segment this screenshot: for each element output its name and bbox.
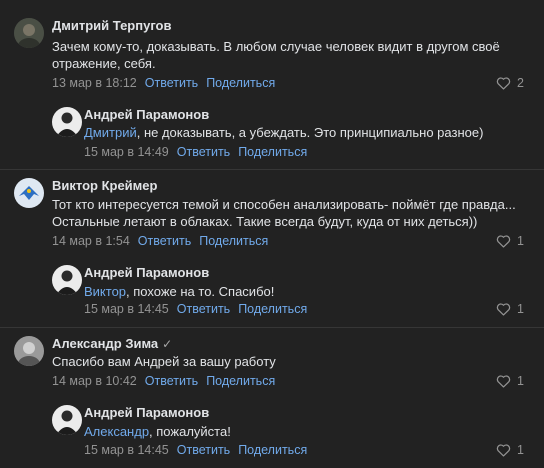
comment-time[interactable]: 13 мар в 18:12 [52,76,137,90]
heart-icon [496,303,511,316]
avatar[interactable] [14,18,44,48]
comment-text: отражение, себя. [52,56,156,71]
comments-thread: Дмитрий Терпугов Зачем кому-то, доказыва… [0,0,544,468]
reply-button[interactable]: Ответить [138,234,191,248]
avatar[interactable] [14,336,44,366]
comment-text-body: , похоже на то. Спасибо! [126,284,275,299]
comment-text: Зачем кому-то, доказывать. В любом случа… [52,39,500,54]
avatar[interactable] [52,405,82,435]
share-button[interactable]: Поделиться [238,443,307,457]
avatar[interactable] [52,265,82,295]
comment-author[interactable]: Дмитрий Терпугов [52,18,172,34]
mention-link[interactable]: Виктор [84,284,126,299]
verified-icon: ✓ [162,337,173,351]
comment-meta: 15 мар в 14:45 Ответить Поделиться [84,442,307,458]
comment-meta: 14 мар в 10:42 Ответить Поделиться [52,373,275,389]
comment-meta: 14 мар в 1:54 Ответить Поделиться [52,233,268,249]
comment-author[interactable]: Андрей Парамонов [84,265,209,281]
comment-text: Дмитрий, не доказывать, а убеждать. Это … [84,124,483,141]
mention-link[interactable]: Александр [84,424,149,439]
comment-text: Спасибо вам Андрей за вашу работу [52,354,276,369]
comment-time[interactable]: 15 мар в 14:45 [84,443,169,457]
divider [0,169,544,170]
comment-time[interactable]: 14 мар в 1:54 [52,234,130,248]
comment-text: Виктор, похоже на то. Спасибо! [84,283,274,300]
comment-time[interactable]: 15 мар в 14:45 [84,302,169,316]
comment-author[interactable]: Александр Зима ✓ [52,336,172,352]
like-button[interactable]: 1 [496,233,524,249]
divider [0,327,544,328]
heart-icon [496,375,511,388]
like-count: 1 [517,234,524,248]
comment-time[interactable]: 14 мар в 10:42 [52,374,137,388]
like-button[interactable]: 1 [496,373,524,389]
avatar[interactable] [52,107,82,137]
reply-button[interactable]: Ответить [145,76,198,90]
like-count: 1 [517,302,524,316]
heart-icon [496,235,511,248]
share-button[interactable]: Поделиться [206,76,275,90]
reply-button[interactable]: Ответить [177,302,230,316]
comment-author[interactable]: Андрей Парамонов [84,107,209,123]
avatar[interactable] [14,178,44,208]
reply-button[interactable]: Ответить [145,374,198,388]
like-count: 2 [517,76,524,90]
like-button[interactable]: 1 [496,301,524,317]
comment-meta: 15 мар в 14:49 Ответить Поделиться [84,144,307,160]
comment-meta: 13 мар в 18:12 Ответить Поделиться [52,75,275,91]
comment-author[interactable]: Виктор Креймер [52,178,157,194]
heart-icon [496,77,511,90]
share-button[interactable]: Поделиться [206,374,275,388]
comment-text: Остальные летают в облаках. Такие всегда… [52,214,478,229]
comment-text: Тот кто интересуется темой и способен ан… [52,197,516,212]
like-count: 1 [517,374,524,388]
like-button[interactable]: 2 [496,75,524,91]
share-button[interactable]: Поделиться [238,302,307,316]
comment-meta: 15 мар в 14:45 Ответить Поделиться [84,301,307,317]
share-button[interactable]: Поделиться [238,145,307,159]
comment-text-body: , не доказывать, а убеждать. Это принцип… [136,125,484,140]
share-button[interactable]: Поделиться [199,234,268,248]
comment-text: Александр, пожалуйста! [84,423,231,440]
like-button[interactable]: 1 [496,442,524,458]
reply-button[interactable]: Ответить [177,145,230,159]
comment-author[interactable]: Андрей Парамонов [84,405,209,421]
comment-text-body: , пожалуйста! [149,424,231,439]
mention-link[interactable]: Дмитрий [84,125,137,140]
author-name[interactable]: Александр Зима [52,336,158,351]
heart-icon [496,444,511,457]
comment-time[interactable]: 15 мар в 14:49 [84,145,169,159]
like-count: 1 [517,443,524,457]
reply-button[interactable]: Ответить [177,443,230,457]
